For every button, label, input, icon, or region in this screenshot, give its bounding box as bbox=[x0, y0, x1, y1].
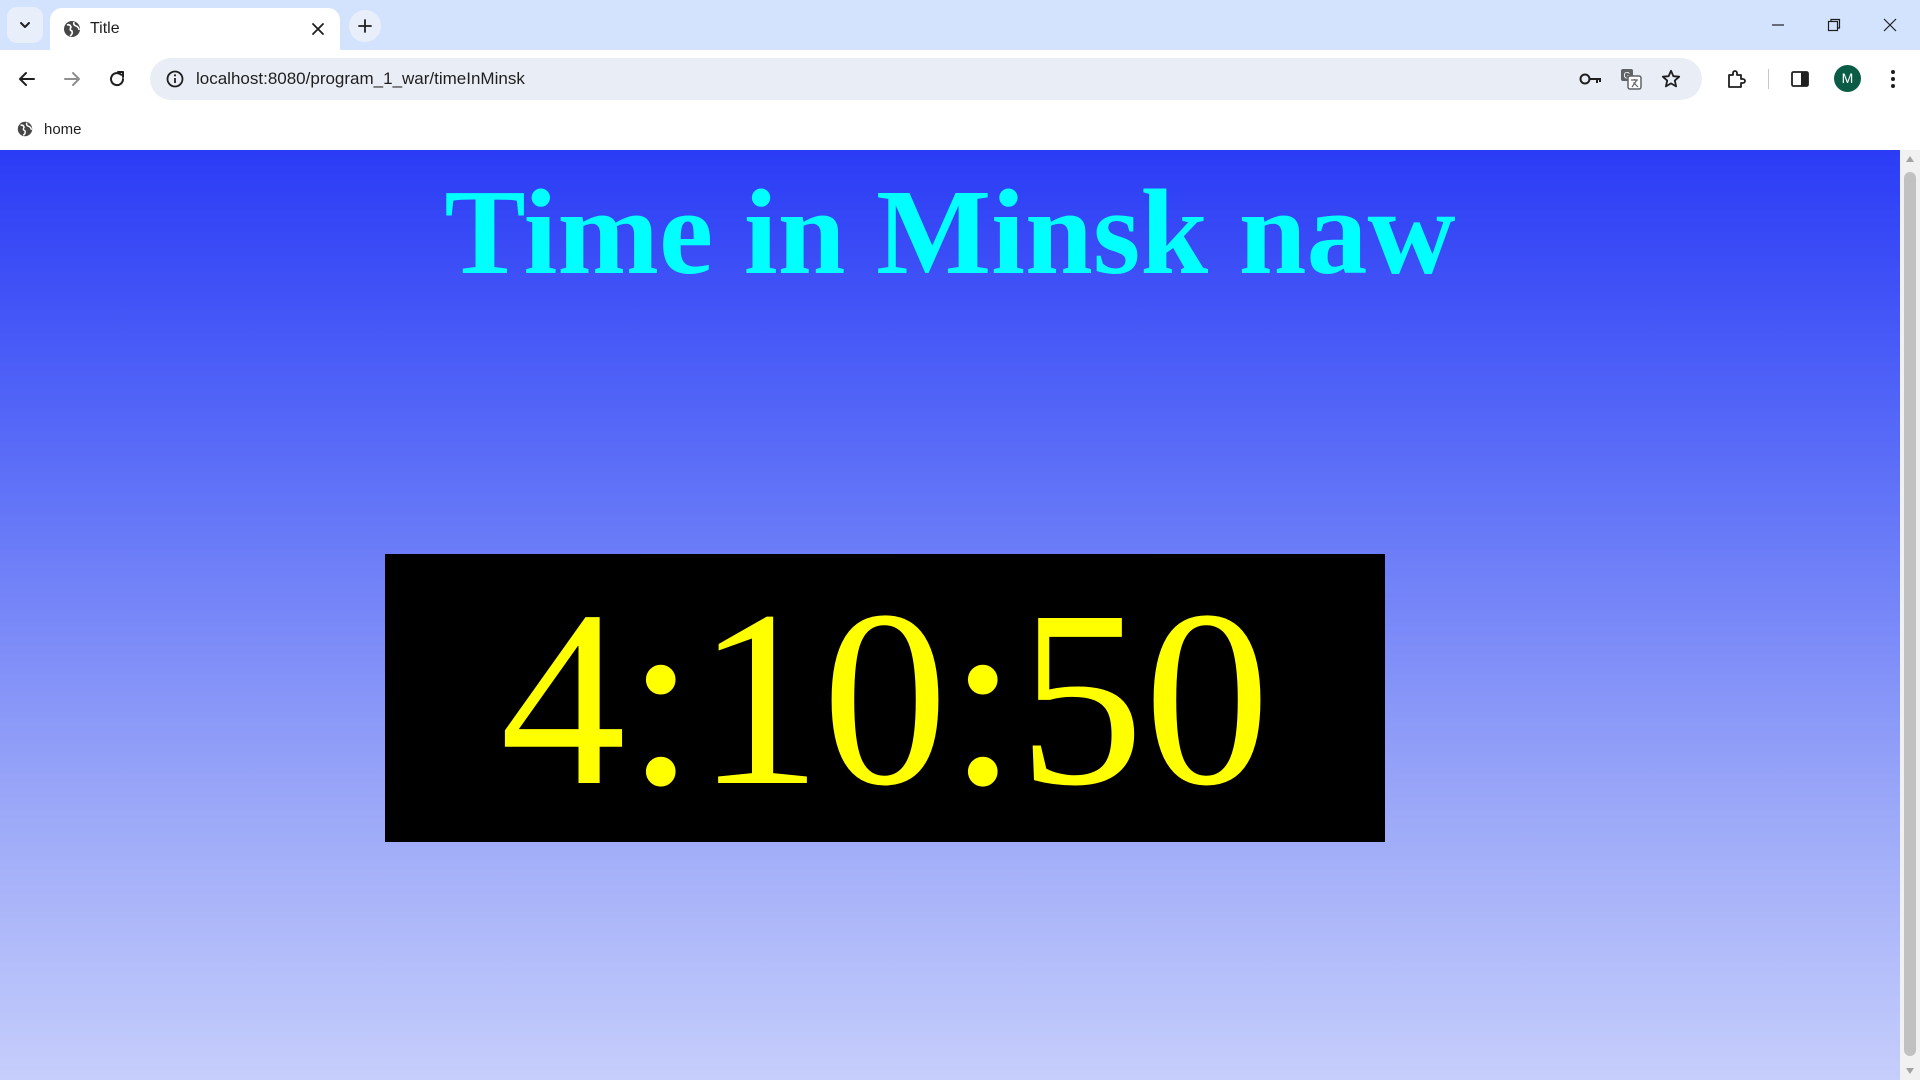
triangle-down-icon bbox=[1906, 1068, 1914, 1074]
translate-icon: G bbox=[1621, 69, 1642, 90]
restore-button[interactable] bbox=[1806, 0, 1862, 50]
reload-button[interactable] bbox=[98, 60, 136, 98]
clock-time: 4:10:50 bbox=[499, 558, 1271, 838]
puzzle-icon bbox=[1728, 70, 1746, 88]
address-bar[interactable]: localhost:8080/program_1_war/timeInMinsk… bbox=[150, 58, 1702, 100]
tab-active[interactable]: Title bbox=[50, 8, 340, 50]
restore-icon bbox=[1827, 18, 1841, 32]
reload-icon bbox=[110, 71, 125, 87]
bookmark-star-button[interactable] bbox=[1656, 64, 1686, 94]
info-icon bbox=[166, 70, 184, 88]
window-close-button[interactable] bbox=[1862, 0, 1918, 50]
site-info-button[interactable] bbox=[160, 64, 190, 94]
clock-display: 4:10:50 bbox=[385, 554, 1385, 842]
profile-avatar[interactable]: M bbox=[1834, 65, 1861, 92]
bookmark-home[interactable]: home bbox=[8, 113, 90, 145]
translate-button[interactable]: G bbox=[1616, 64, 1646, 94]
star-icon bbox=[1661, 69, 1681, 88]
side-panel-button[interactable] bbox=[1781, 60, 1819, 98]
side-panel-icon bbox=[1791, 71, 1809, 87]
toolbar: localhost:8080/program_1_war/timeInMinsk… bbox=[0, 50, 1920, 108]
url-text[interactable]: localhost:8080/program_1_war/timeInMinsk bbox=[196, 69, 525, 89]
tab-close-button[interactable] bbox=[306, 17, 330, 41]
back-button[interactable] bbox=[8, 60, 46, 98]
toolbar-divider bbox=[1768, 69, 1769, 89]
browser-menu-button[interactable] bbox=[1874, 60, 1912, 98]
tab-search-button[interactable] bbox=[7, 7, 43, 43]
globe-icon bbox=[17, 121, 33, 137]
forward-arrow-icon bbox=[64, 72, 80, 86]
vertical-scrollbar[interactable] bbox=[1900, 150, 1920, 1080]
tab-strip: Title bbox=[0, 0, 1920, 50]
browser-window: Title localhost:8080/program_1_war/timeI… bbox=[0, 0, 1920, 1080]
new-tab-button[interactable] bbox=[349, 10, 381, 42]
extensions-button[interactable] bbox=[1717, 60, 1755, 98]
forward-button[interactable] bbox=[53, 60, 91, 98]
key-icon bbox=[1579, 73, 1601, 85]
page-viewport: Time in Minsk naw 4:10:50 bbox=[0, 150, 1900, 1080]
scroll-thumb[interactable] bbox=[1904, 172, 1916, 1056]
tab-title: Title bbox=[90, 20, 120, 37]
kebab-menu-icon bbox=[1891, 70, 1895, 88]
password-key-button[interactable] bbox=[1576, 64, 1606, 94]
bookmarks-bar: home bbox=[0, 108, 1920, 150]
minimize-icon bbox=[1772, 24, 1784, 26]
bookmark-label: home bbox=[44, 120, 82, 138]
window-close-icon bbox=[1883, 18, 1897, 32]
scroll-down-arrow[interactable] bbox=[1900, 1062, 1920, 1080]
minimize-button[interactable] bbox=[1750, 0, 1806, 50]
chevron-down-icon bbox=[20, 22, 30, 28]
triangle-up-icon bbox=[1906, 156, 1914, 162]
scroll-up-arrow[interactable] bbox=[1900, 150, 1920, 168]
plus-icon bbox=[358, 19, 372, 33]
globe-icon bbox=[64, 21, 80, 37]
back-arrow-icon bbox=[19, 72, 35, 86]
close-icon bbox=[312, 23, 324, 35]
page-heading: Time in Minsk naw bbox=[444, 165, 1456, 300]
